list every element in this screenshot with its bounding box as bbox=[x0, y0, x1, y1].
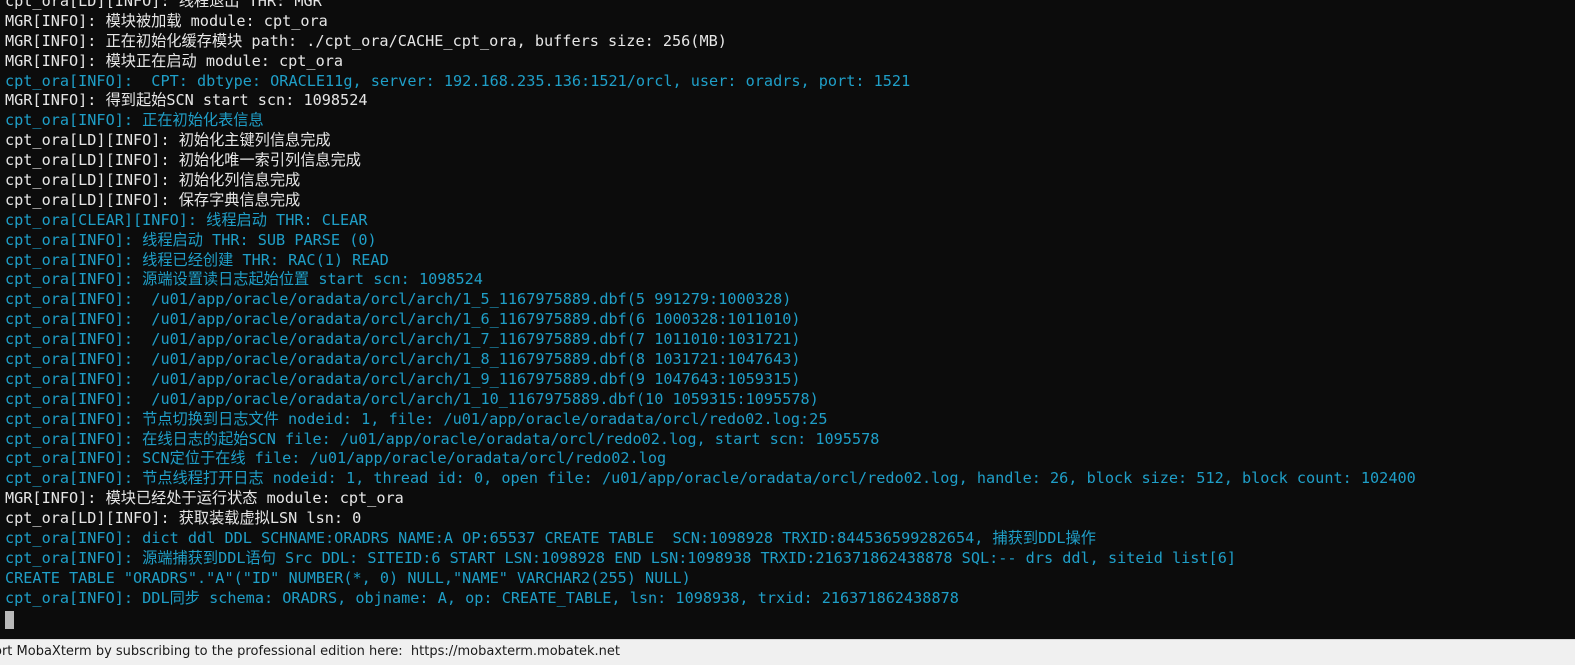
terminal-window[interactable]: cpt_ora[LD][INFO]: 线程退出 THR: MGR MGR[INFO… bbox=[0, 0, 1575, 639]
mobaxterm-link[interactable]: https://mobaxterm.mobatek.net bbox=[411, 644, 620, 659]
terminal-line: cpt_ora[INFO]: /u01/app/oracle/oradata/o… bbox=[5, 369, 801, 388]
terminal-cursor bbox=[5, 611, 14, 629]
status-message: ort MobaXterm by subscribing to the prof… bbox=[0, 644, 620, 659]
terminal-line: cpt_ora[LD][INFO]: 获取装载虚拟LSN lsn: 0 bbox=[5, 509, 362, 528]
terminal-line: cpt_ora[INFO]: 节点线程打开日志 nodeid: 1, threa… bbox=[5, 469, 1416, 488]
terminal-line: cpt_ora[INFO]: DDL同步 schema: ORADRS, obj… bbox=[5, 588, 959, 607]
terminal-line: cpt_ora[INFO]: 线程已经创建 THR: RAC(1) READ bbox=[5, 250, 389, 269]
status-bar: ort MobaXterm by subscribing to the prof… bbox=[0, 639, 1575, 665]
terminal-line: cpt_ora[INFO]: /u01/app/oracle/oradata/o… bbox=[5, 350, 801, 369]
terminal-line: MGR[INFO]: 模块被加载 module: cpt_ora bbox=[5, 11, 328, 30]
terminal-line: cpt_ora[LD][INFO]: 线程退出 THR: MGR bbox=[5, 0, 322, 10]
terminal-line: cpt_ora[LD][INFO]: 初始化主键列信息完成 bbox=[5, 131, 331, 150]
terminal-line: cpt_ora[LD][INFO]: 初始化唯一索引列信息完成 bbox=[5, 151, 361, 170]
terminal-line: cpt_ora[INFO]: /u01/app/oracle/oradata/o… bbox=[5, 330, 801, 349]
terminal-line: MGR[INFO]: 模块已经处于运行状态 module: cpt_ora bbox=[5, 489, 404, 508]
terminal-line: cpt_ora[INFO]: dict ddl DDL SCHNAME:ORAD… bbox=[5, 529, 1096, 548]
terminal-line: cpt_ora[INFO]: /u01/app/oracle/oradata/o… bbox=[5, 290, 792, 309]
terminal-line: CREATE TABLE "ORADRS"."A"("ID" NUMBER(*,… bbox=[5, 568, 691, 587]
terminal-line: cpt_ora[CLEAR][INFO]: 线程启动 THR: CLEAR bbox=[5, 210, 368, 229]
terminal-line: cpt_ora[INFO]: 源端捕获到DDL语句 Src DDL: SITEI… bbox=[5, 548, 1236, 567]
terminal-line: cpt_ora[INFO]: 节点切换到日志文件 nodeid: 1, file… bbox=[5, 409, 828, 428]
terminal-line: cpt_ora[INFO]: /u01/app/oracle/oradata/o… bbox=[5, 389, 819, 408]
terminal-line: cpt_ora[INFO]: 源端设置读日志起始位置 start scn: 10… bbox=[5, 270, 483, 289]
terminal-output: cpt_ora[LD][INFO]: 线程退出 THR: MGR MGR[INFO… bbox=[5, 0, 1575, 609]
terminal-line: cpt_ora[INFO]: 正在初始化表信息 bbox=[5, 111, 264, 130]
terminal-line: cpt_ora[INFO]: CPT: dbtype: ORACLE11g, s… bbox=[5, 71, 911, 90]
terminal-line: MGR[INFO]: 正在初始化缓存模块 path: ./cpt_ora/CAC… bbox=[5, 31, 727, 50]
terminal-line: cpt_ora[LD][INFO]: 初始化列信息完成 bbox=[5, 171, 301, 190]
terminal-line: cpt_ora[INFO]: SCN定位于在线 file: /u01/app/o… bbox=[5, 449, 667, 468]
terminal-line: MGR[INFO]: 模块正在启动 module: cpt_ora bbox=[5, 51, 344, 70]
status-message-text: ort MobaXterm by subscribing to the prof… bbox=[0, 644, 411, 659]
terminal-line: MGR[INFO]: 得到起始SCN start scn: 1098524 bbox=[5, 91, 368, 110]
terminal-line: cpt_ora[INFO]: 线程启动 THR: SUB PARSE (0) bbox=[5, 230, 377, 249]
terminal-line: cpt_ora[INFO]: 在线日志的起始SCN file: /u01/app… bbox=[5, 429, 880, 448]
terminal-line: cpt_ora[LD][INFO]: 保存字典信息完成 bbox=[5, 190, 301, 209]
terminal-line: cpt_ora[INFO]: /u01/app/oracle/oradata/o… bbox=[5, 310, 801, 329]
